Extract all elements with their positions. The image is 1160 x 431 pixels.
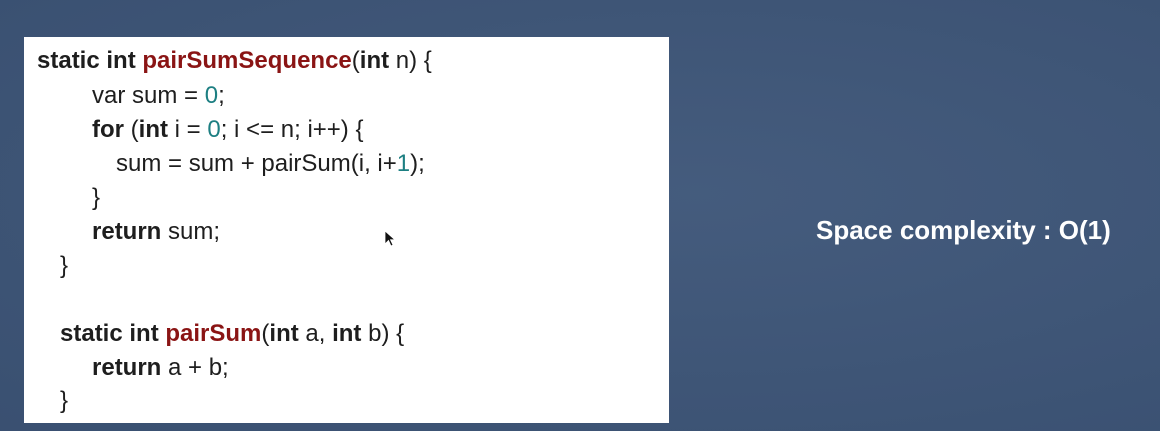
code-line-4: sum = sum + pairSum(i, i+1);	[116, 150, 425, 178]
keyword-int: int	[106, 47, 136, 74]
code-text: );	[410, 150, 425, 177]
code-text: (	[351, 47, 360, 74]
code-line-9: return a + b;	[92, 354, 229, 382]
code-text: n) {	[389, 47, 432, 74]
code-line-2: var sum = 0;	[92, 82, 225, 110]
keyword-int: int	[129, 320, 159, 347]
code-text: a,	[298, 320, 333, 347]
code-text: var sum =	[92, 82, 205, 109]
code-text: sum;	[161, 218, 221, 245]
code-text: i =	[168, 116, 208, 143]
function-name-pairsumsequence: pairSumSequence	[142, 47, 352, 74]
number-literal: 0	[207, 116, 221, 143]
code-line-3: for (int i = 0; i <= n; i++) {	[92, 116, 363, 144]
function-name-pairsum: pairSum	[165, 320, 262, 347]
space-complexity-label: Space complexity : O(1)	[816, 215, 1111, 245]
keyword-int: int	[269, 320, 299, 347]
code-line-6: return sum;	[92, 218, 220, 246]
number-literal: 1	[396, 150, 411, 177]
code-text: b) {	[361, 320, 405, 347]
code-panel: static int pairSumSequence(int n) { var …	[24, 37, 669, 423]
closing-brace: }	[60, 387, 69, 414]
code-line-5: }	[92, 184, 100, 212]
mouse-pointer-icon	[384, 230, 396, 247]
keyword-static: static	[60, 320, 123, 347]
number-literal: 0	[204, 82, 219, 109]
code-text: a + b;	[161, 354, 229, 381]
keyword-int: int	[138, 116, 168, 143]
keyword-int: int	[359, 47, 390, 74]
code-text: ;	[218, 82, 225, 109]
keyword-return: return	[92, 218, 162, 245]
closing-brace: }	[60, 252, 69, 279]
closing-brace: }	[92, 184, 101, 211]
keyword-return: return	[92, 354, 162, 381]
keyword-int: int	[332, 320, 362, 347]
code-line-7: }	[60, 252, 68, 280]
keyword-static: static	[37, 47, 100, 74]
code-text: ; i <= n; i++) {	[220, 116, 364, 143]
code-line-10: }	[60, 387, 68, 415]
code-line-1: static int pairSumSequence(int n) {	[37, 47, 432, 75]
keyword-for: for	[92, 116, 124, 143]
code-text: (	[124, 116, 139, 143]
code-line-8: static int pairSum(int a, int b) {	[60, 320, 404, 348]
code-text: sum = sum + pairSum(i, i+	[116, 150, 397, 177]
